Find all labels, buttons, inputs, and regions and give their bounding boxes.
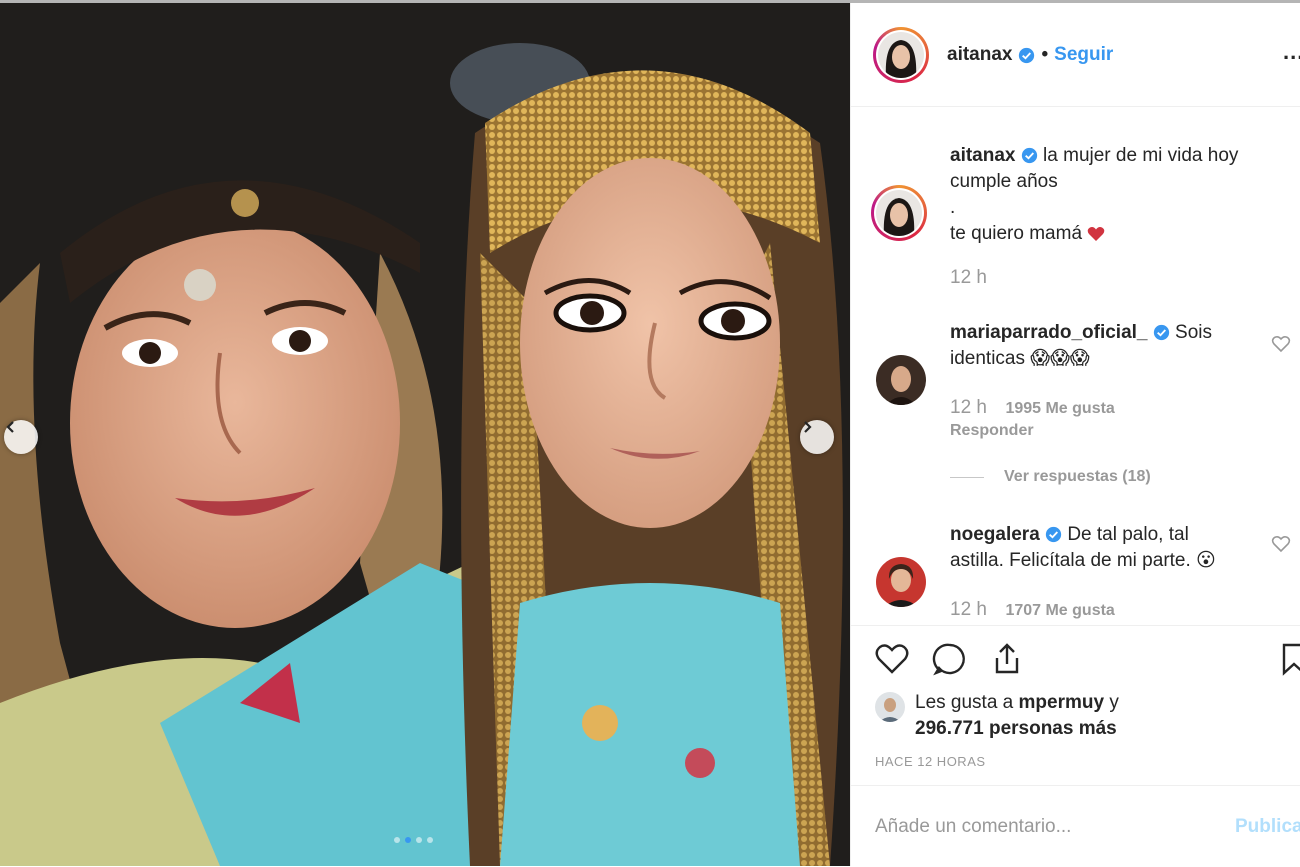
- comment-meta: 12 h 1707 Me gusta: [950, 599, 1115, 621]
- commenter-username[interactable]: noegalera: [950, 524, 1040, 545]
- red-heart-emoji-icon: [1088, 227, 1105, 241]
- post-timestamp[interactable]: HACE 12 HORAS: [875, 754, 986, 769]
- add-comment-bar: Añade un comentario... Publicar: [851, 785, 1300, 867]
- next-photo-button[interactable]: [800, 420, 834, 454]
- comment-body: Sois: [1175, 322, 1213, 343]
- follow-button[interactable]: Seguir: [1054, 44, 1113, 66]
- comment-body: identicas 😱😱😱: [950, 348, 1090, 369]
- carousel-dot: [416, 837, 422, 843]
- more-options-button[interactable]: ...: [1283, 39, 1300, 65]
- caption-line: te quiero mamá: [950, 223, 1083, 244]
- avatar-image: [876, 355, 926, 405]
- likes-connector: y: [1109, 692, 1119, 713]
- verified-badge-icon: [1021, 148, 1037, 164]
- comment-time[interactable]: 12 h: [950, 397, 987, 418]
- comment-text: noegalera De tal palo, tal astilla. Feli…: [950, 522, 1270, 574]
- likes-count[interactable]: 296.771 personas más: [915, 718, 1117, 739]
- liker-username[interactable]: mpermuy: [1019, 692, 1105, 713]
- comment-text: mariaparrado_oficial_ Sois identicas 😱😱😱: [950, 320, 1270, 372]
- chevron-left-icon: [6, 421, 14, 433]
- caption-username[interactable]: aitanax: [950, 145, 1015, 166]
- like-heart-icon[interactable]: [873, 640, 911, 678]
- caption-line: la mujer de mi vida hoy: [1043, 145, 1239, 166]
- carousel-indicator: [394, 837, 433, 843]
- likes-prefix: Les gusta a: [915, 692, 1014, 713]
- post-sidebar: aitanax • Seguir ... a: [850, 3, 1300, 866]
- avatar-image: [876, 190, 922, 236]
- carousel-dot: [394, 837, 400, 843]
- comments-list[interactable]: aitanax la mujer de mi vida hoy cumple a…: [851, 107, 1300, 625]
- like-comment-heart-icon[interactable]: [1271, 535, 1291, 553]
- photo-illustration: [0, 3, 850, 866]
- caption-meta: 12 h: [950, 267, 1001, 289]
- comment-likes[interactable]: 1995 Me gusta: [1005, 400, 1114, 417]
- commenter-avatar[interactable]: [876, 557, 926, 607]
- commenter-username[interactable]: mariaparrado_oficial_: [950, 322, 1147, 343]
- divider-line: [950, 476, 984, 478]
- likes-text: Les gusta a mpermuy y 296.771 personas m…: [915, 690, 1119, 742]
- carousel-dot-active: [405, 837, 411, 843]
- like-comment-heart-icon[interactable]: [1271, 335, 1291, 353]
- caption-avatar[interactable]: [871, 185, 927, 241]
- likes-summary: Les gusta a mpermuy y 296.771 personas m…: [875, 690, 1119, 742]
- verified-badge-icon: [1045, 527, 1062, 543]
- liker-avatar[interactable]: [875, 692, 905, 722]
- post-header: aitanax • Seguir ...: [851, 3, 1300, 107]
- reply-button[interactable]: Responder: [950, 422, 1034, 440]
- comment-likes[interactable]: 1707 Me gusta: [1005, 602, 1114, 619]
- author-username[interactable]: aitanax: [947, 44, 1012, 66]
- post-photo[interactable]: [0, 3, 850, 866]
- caption-text: aitanax la mujer de mi vida hoy cumple a…: [950, 143, 1270, 247]
- header-separator: •: [1041, 44, 1049, 65]
- avatar-image: [876, 557, 926, 607]
- commenter-avatar[interactable]: [876, 355, 926, 405]
- publish-comment-button[interactable]: Publicar: [1235, 816, 1300, 838]
- caption-line: cumple años: [950, 171, 1058, 192]
- author-avatar[interactable]: [873, 27, 929, 83]
- author-line: aitanax • Seguir: [947, 44, 1113, 66]
- post-actions: Les gusta a mpermuy y 296.771 personas m…: [851, 625, 1300, 786]
- comment-meta: 12 h 1995 Me gusta: [950, 397, 1115, 419]
- chevron-right-icon: [804, 421, 812, 433]
- comment-time[interactable]: 12 h: [950, 599, 987, 620]
- view-replies-button[interactable]: Ver respuestas (18): [950, 468, 1151, 486]
- share-icon[interactable]: [988, 640, 1026, 678]
- caption-time[interactable]: 12 h: [950, 267, 987, 288]
- carousel-dot: [427, 837, 433, 843]
- previous-photo-button[interactable]: [4, 420, 38, 454]
- verified-badge-icon: [1019, 47, 1035, 63]
- caption-line: .: [950, 197, 956, 218]
- comment-bubble-icon[interactable]: [931, 640, 969, 678]
- comment-input[interactable]: Añade un comentario...: [875, 816, 1071, 838]
- view-replies-label: Ver respuestas (18): [1004, 468, 1151, 485]
- verified-badge-icon: [1153, 325, 1169, 341]
- avatar-image: [875, 692, 905, 722]
- comment-body: astilla. Felicítala de mi parte. 😮: [950, 550, 1216, 571]
- comment-body: De tal palo, tal: [1067, 524, 1189, 545]
- avatar-image: [878, 32, 924, 78]
- save-bookmark-icon[interactable]: [1275, 640, 1300, 678]
